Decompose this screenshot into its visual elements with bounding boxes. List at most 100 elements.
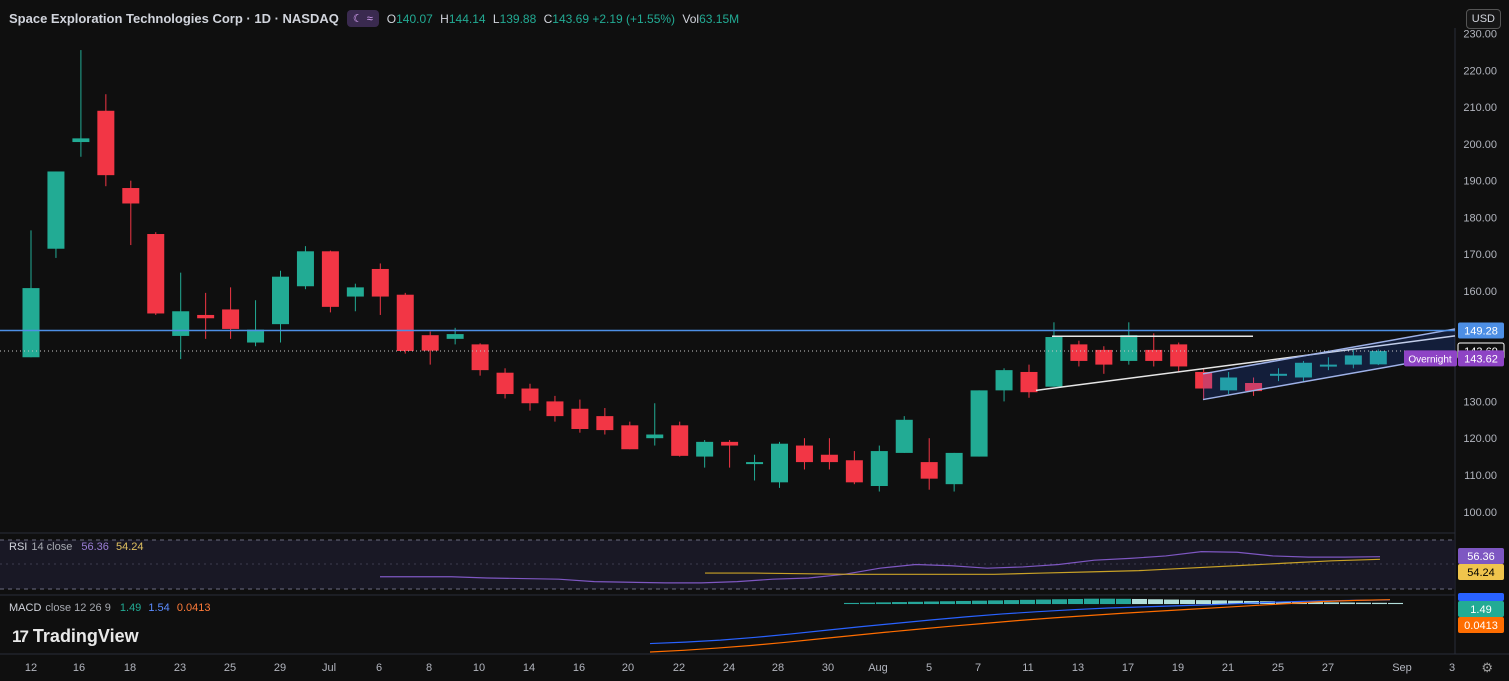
rsi-name: RSI	[9, 541, 28, 553]
candle-body	[795, 445, 813, 463]
candle-body	[496, 372, 514, 395]
rsi-ma-value: 54.24	[115, 541, 144, 553]
chart-svg[interactable]: 230.00220.00210.00200.00190.00180.00170.…	[0, 0, 1509, 681]
macd-hist-bar	[1100, 598, 1115, 605]
tradingview-logo[interactable]: 17 TradingView	[12, 626, 139, 647]
candle-body	[1045, 337, 1063, 387]
signal-value: 1.54	[148, 602, 170, 614]
time-tick-label: Jul	[322, 662, 336, 674]
candle-body	[1120, 335, 1138, 361]
time-tick-label: 17	[1122, 662, 1134, 674]
ohlc-readout: O140.07 H144.14 L139.88 C143.69 +2.19 (+…	[387, 12, 743, 26]
time-tick-label: 21	[1222, 662, 1234, 674]
time-tick-label: 22	[673, 662, 685, 674]
volume-value: 63.15M	[699, 11, 740, 26]
macd-hist-bar	[1020, 599, 1035, 605]
candle-body	[222, 309, 240, 329]
candle-body	[596, 416, 614, 431]
time-tick-label: 7	[975, 662, 981, 674]
price-tick-label: 220.00	[1463, 65, 1497, 77]
price-tick-label: 230.00	[1463, 29, 1497, 41]
open-value: 140.07	[396, 11, 433, 26]
high-value: 144.14	[448, 11, 486, 26]
rsi-params: 14 close	[31, 541, 73, 553]
macd-hist-bar	[1212, 600, 1227, 605]
time-tick-label: 10	[473, 662, 485, 674]
open-key: O	[386, 11, 397, 26]
candle-body	[272, 276, 289, 325]
candle-body	[396, 294, 414, 352]
macd-hist-bar	[988, 600, 1003, 605]
time-tick-label: 30	[822, 662, 834, 674]
session-pill[interactable]: ☾ ≈	[346, 10, 379, 27]
price-tick-label: 200.00	[1463, 139, 1497, 151]
macd-hist-bar	[860, 602, 875, 605]
price-tick-label: 170.00	[1463, 249, 1497, 261]
macd-hist-bar	[1116, 598, 1131, 605]
candle-body	[72, 138, 90, 143]
overnight-note-label: Overnight	[1408, 354, 1452, 365]
time-tick-label: 28	[772, 662, 784, 674]
time-tick-label: 29	[274, 662, 286, 674]
macd-hist-bar	[1180, 599, 1195, 605]
rsi-legend[interactable]: RSI 14 close 56.36 54.24	[9, 541, 144, 553]
candle-body	[346, 287, 364, 297]
candle-body	[1070, 344, 1088, 361]
macd-hist-bar	[972, 600, 987, 605]
symbol-title[interactable]: Space Exploration Technologies Corp · 1D…	[9, 11, 339, 26]
candle-body	[296, 251, 314, 287]
macd-hist-bar	[1340, 602, 1355, 605]
macd-value-tag-label: 1.49	[1470, 604, 1491, 616]
rsi-value-tag-label: 56.36	[1467, 551, 1495, 563]
candle-body	[1095, 349, 1113, 365]
candle-body	[895, 419, 913, 453]
macd-hist-bar	[924, 601, 939, 605]
moon-icon: ☾	[352, 13, 363, 25]
low-key: L	[492, 11, 500, 26]
macd-hist-tag-label: 0.0413	[1464, 620, 1498, 632]
macd-hist-bar	[1132, 598, 1147, 605]
macd-hist-bar	[1068, 598, 1083, 605]
level-price-label: 149.28	[1464, 325, 1498, 337]
time-tick-label: 11	[1022, 662, 1033, 674]
macd-legend[interactable]: MACD close 12 26 9 1.49 1.54 0.0413	[9, 602, 211, 614]
price-tick-label: 100.00	[1463, 507, 1497, 519]
rsi-value: 56.36	[81, 541, 109, 553]
macd-hist-bar	[1164, 599, 1179, 605]
candle-body	[671, 425, 689, 456]
macd-name: MACD	[9, 602, 42, 614]
currency-button[interactable]: USD	[1465, 9, 1501, 29]
low-value: 139.88	[499, 11, 537, 26]
macd-hist-bar	[892, 602, 907, 605]
time-tick-label: 27	[1322, 662, 1334, 674]
candle-body	[197, 314, 215, 319]
price-tick-label: 180.00	[1463, 212, 1497, 224]
tv-mark-icon: 17	[12, 626, 29, 646]
macd-hist-bar	[844, 602, 859, 605]
candle-body	[646, 434, 664, 439]
candle-body	[1020, 371, 1038, 393]
time-tick-label: Sep	[1392, 662, 1412, 674]
candle-body	[247, 329, 265, 343]
candle-body	[122, 188, 140, 204]
time-tick-label: 16	[573, 662, 585, 674]
candle-body	[870, 451, 888, 487]
time-tick-label: 18	[124, 662, 136, 674]
candle-body	[696, 441, 714, 457]
time-tick-label: 14	[523, 662, 535, 674]
candle-body	[521, 388, 539, 404]
time-tick-label: 13	[1072, 662, 1084, 674]
macd-hist-bar	[876, 602, 891, 605]
time-tick-label: 25	[1272, 662, 1284, 674]
macd-hist-bar	[1196, 600, 1211, 605]
macd-hist-bar	[908, 601, 923, 605]
candle-body	[47, 171, 65, 249]
candle-body	[371, 268, 389, 297]
gear-icon[interactable]: ⚙	[1481, 660, 1493, 676]
candle-body	[22, 288, 40, 358]
macd-hist-bar	[956, 600, 971, 605]
macd-hist-bar	[1388, 602, 1403, 605]
time-tick-label: 6	[376, 662, 382, 674]
macd-signal-tag	[1458, 593, 1504, 601]
signal-line	[649, 599, 1391, 653]
